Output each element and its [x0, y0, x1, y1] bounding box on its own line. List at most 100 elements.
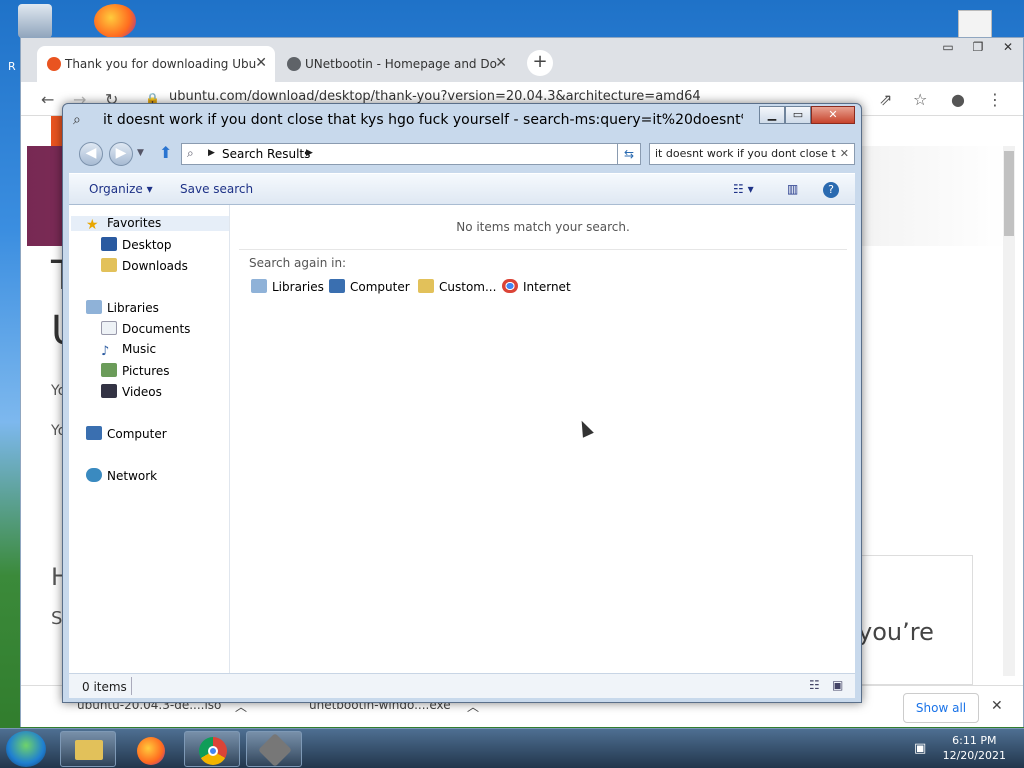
status-bar: 0 items ☷ ▣	[69, 673, 855, 698]
up-arrow-icon[interactable]: ⬆	[159, 143, 172, 162]
page-card-text: you’re	[858, 618, 934, 646]
breadcrumb[interactable]: Search Results	[222, 147, 310, 161]
sidebar-item-computer[interactable]: Computer	[86, 426, 167, 441]
taskbar-chrome[interactable]	[184, 731, 240, 767]
explorer-window: ⌕ it doesnt work if you dont close that …	[62, 103, 862, 703]
change-view-icon[interactable]: ☷ ▾	[733, 182, 754, 196]
sidebar-item-libraries[interactable]: Libraries	[86, 300, 159, 315]
address-bar[interactable]: ubuntu.com/download/desktop/thank-you?ve…	[169, 89, 701, 104]
search-again-libraries[interactable]: Libraries	[251, 279, 324, 294]
folder-icon	[75, 740, 103, 760]
clear-search-icon[interactable]: ✕	[840, 147, 849, 160]
tab-unetbootin[interactable]: UNetbootin - Homepage and Do ✕	[277, 46, 515, 82]
close-downloads-icon[interactable]: ✕	[991, 698, 1003, 714]
browser-window-controls: ▭ ❐ ✕	[933, 38, 1023, 58]
desktop-icon-label: R	[8, 60, 16, 73]
sidebar-item-downloads[interactable]: Downloads	[101, 258, 188, 273]
tab-ubuntu[interactable]: Thank you for downloading Ubu ✕	[37, 46, 275, 82]
sidebar-item-desktop[interactable]: Desktop	[101, 237, 172, 252]
command-bar: Organize ▾ Save search ☷ ▾ ▥ ?	[69, 173, 855, 205]
share-icon[interactable]: ⇗	[879, 90, 892, 109]
close-tab-icon[interactable]: ✕	[495, 55, 507, 71]
search-input[interactable]: it doesnt work if you dont close t ✕	[649, 143, 855, 165]
tab-label: UNetbootin - Homepage and Do	[305, 57, 497, 71]
globe-icon	[287, 57, 301, 71]
save-search-button[interactable]: Save search	[180, 182, 253, 196]
new-tab-button[interactable]: +	[527, 50, 553, 76]
sidebar-item-videos[interactable]: Videos	[101, 384, 162, 399]
sidebar-item-pictures[interactable]: Pictures	[101, 363, 170, 378]
explorer-window-controls: ▁ ▭ ✕	[759, 106, 855, 124]
navigation-pane: ★ Favorites Desktop Downloads Libraries D…	[69, 205, 230, 673]
tab-label: Thank you for downloading Ubu	[65, 57, 257, 71]
search-icon: ⌕	[73, 112, 81, 128]
search-again-label: Search again in:	[249, 256, 347, 270]
desktop-icon	[101, 237, 117, 251]
help-icon[interactable]: ?	[823, 182, 839, 198]
firefox-icon	[137, 737, 165, 765]
system-clock[interactable]: 6:11 PM 12/20/2021	[943, 733, 1006, 763]
details-view-icon[interactable]: ☷	[809, 678, 820, 692]
star-icon: ★	[86, 217, 99, 233]
close-button[interactable]: ✕	[811, 106, 855, 124]
profile-icon[interactable]: ●	[951, 90, 965, 109]
start-button[interactable]	[6, 731, 46, 767]
clock-date: 12/20/2021	[942, 749, 1006, 762]
navigation-bar: ◀ ▶ ▼ ⬆ ⌕ ▶ Search Results ▶ ▼ ⇆ it does…	[71, 140, 855, 168]
scrollbar-thumb[interactable]	[1004, 151, 1014, 236]
close-button[interactable]: ✕	[993, 38, 1023, 58]
forward-button[interactable]: ▶	[109, 142, 133, 166]
pictures-icon	[101, 363, 117, 377]
computer-icon	[86, 426, 102, 440]
back-button[interactable]: ◀	[79, 142, 103, 166]
libraries-icon	[86, 300, 102, 314]
address-field[interactable]: ⌕ ▶ Search Results ▶ ▼	[181, 143, 637, 165]
network-tray-icon[interactable]: ▣	[914, 741, 926, 756]
minimize-button[interactable]: ▁	[759, 106, 785, 124]
search-again-computer[interactable]: Computer	[329, 279, 410, 294]
sidebar-item-documents[interactable]: Documents	[101, 321, 190, 336]
libraries-icon	[251, 279, 267, 293]
sidebar-item-music[interactable]: ♪ Music	[101, 342, 156, 359]
menu-icon[interactable]: ⋮	[987, 90, 1003, 109]
page-text-fragment: S	[51, 608, 63, 629]
maximize-button[interactable]: ▭	[785, 106, 811, 124]
maximize-button[interactable]: ❐	[963, 38, 993, 58]
back-icon[interactable]: ←	[41, 90, 54, 109]
taskbar-firefox[interactable]	[122, 731, 178, 767]
divider	[131, 677, 132, 695]
recycle-bin-icon[interactable]	[18, 4, 52, 38]
window-title: it doesnt work if you dont close that ky…	[103, 112, 743, 128]
breadcrumb-separator-icon[interactable]: ▶	[208, 148, 215, 158]
bookmark-star-icon[interactable]: ☆	[913, 90, 927, 109]
mouse-cursor-icon	[576, 418, 594, 438]
minimize-button[interactable]: ▭	[933, 38, 963, 58]
close-tab-icon[interactable]: ✕	[255, 55, 267, 71]
search-again-custom[interactable]: Custom...	[418, 279, 496, 294]
organize-button[interactable]: Organize ▾	[89, 182, 153, 196]
downloads-folder-icon	[101, 258, 117, 272]
breadcrumb-separator-icon[interactable]: ▶	[306, 148, 313, 158]
ubuntu-icon	[47, 57, 61, 71]
taskbar-unetbootin[interactable]	[246, 731, 302, 767]
network-icon	[86, 468, 102, 482]
recent-pages-icon[interactable]: ▼	[137, 148, 144, 158]
refresh-button[interactable]: ⇆	[617, 143, 641, 165]
large-icons-view-icon[interactable]: ▣	[832, 678, 843, 692]
taskbar: ▣ 6:11 PM 12/20/2021	[0, 728, 1024, 768]
empty-results-message: No items match your search.	[456, 220, 630, 234]
search-icon: ⌕	[187, 146, 194, 160]
music-icon: ♪	[101, 344, 110, 359]
preview-pane-icon[interactable]: ▥	[787, 182, 798, 196]
sidebar-item-favorites[interactable]: ★ Favorites	[71, 216, 229, 233]
show-all-button[interactable]: Show all	[903, 693, 979, 723]
search-value: it doesnt work if you dont close t	[655, 147, 836, 160]
page-scrollbar[interactable]	[1003, 146, 1015, 676]
documents-icon	[101, 321, 117, 335]
taskbar-explorer[interactable]	[60, 731, 116, 767]
search-again-internet[interactable]: Internet	[502, 279, 571, 294]
results-area: No items match your search. Search again…	[231, 205, 855, 673]
unetbootin-icon	[258, 733, 292, 767]
firefox-desktop-icon[interactable]	[94, 4, 136, 38]
sidebar-item-network[interactable]: Network	[86, 468, 157, 483]
